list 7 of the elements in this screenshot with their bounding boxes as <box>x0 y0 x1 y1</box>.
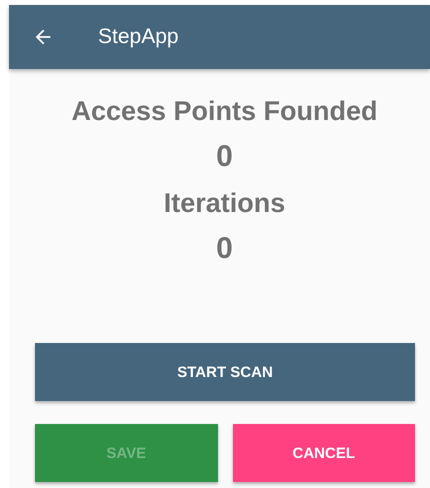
start-scan-button[interactable]: START SCAN <box>35 343 415 401</box>
stat-label: Access Points Founded <box>71 95 378 128</box>
stat-value: 0 <box>216 231 233 267</box>
cancel-button[interactable]: CANCEL <box>232 424 415 482</box>
stat-value: 0 <box>216 139 233 175</box>
stat-label: Iterations <box>164 187 286 220</box>
app-title: StepApp <box>98 25 179 49</box>
